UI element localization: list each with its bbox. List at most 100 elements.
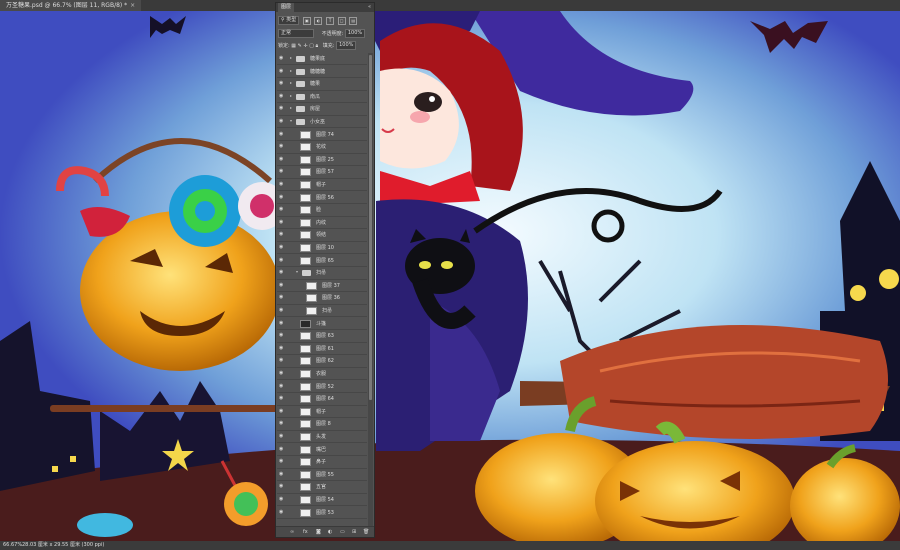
eye-icon[interactable]: ◉ xyxy=(279,459,286,464)
lock-artboard-icon[interactable]: ▢ xyxy=(309,43,314,49)
eye-icon[interactable]: ◉ xyxy=(279,68,286,74)
layer-name[interactable]: 扫帚 xyxy=(322,305,332,317)
layer-name[interactable]: 鼻子 xyxy=(316,456,326,468)
layer-thumbnail[interactable] xyxy=(300,168,311,177)
close-icon[interactable]: × xyxy=(130,2,135,9)
layer-name[interactable]: 内纹 xyxy=(316,217,326,229)
eye-icon[interactable]: ◉ xyxy=(279,131,286,137)
layer-thumbnail[interactable] xyxy=(300,420,311,429)
layer-row[interactable]: ◉ 图层 74 xyxy=(277,129,367,141)
chevron-right-icon[interactable]: ▸ xyxy=(290,93,292,98)
layer-row[interactable]: ◉ 五官 xyxy=(277,481,367,494)
layer-name[interactable]: 领结 xyxy=(316,229,326,241)
filter-type-icon[interactable]: T xyxy=(326,16,335,25)
layer-name[interactable]: 小女巫 xyxy=(310,116,325,128)
layer-row[interactable]: ◉ 内纹 xyxy=(277,217,367,230)
layer-thumbnail[interactable] xyxy=(300,483,311,492)
eye-icon[interactable]: ◉ xyxy=(279,106,286,111)
layer-row[interactable]: ◉ ▸ 糖糖糖 xyxy=(277,66,367,78)
layer-name[interactable]: 图层 61 xyxy=(316,343,334,355)
chevron-right-icon[interactable]: ▸ xyxy=(290,68,292,73)
layer-row[interactable]: ◉ 头发 xyxy=(277,431,367,444)
layer-thumbnail[interactable] xyxy=(300,357,311,366)
eye-icon[interactable]: ◉ xyxy=(279,371,286,376)
tab-layers[interactable]: 图层 xyxy=(278,3,295,12)
eye-icon[interactable]: ◉ xyxy=(279,295,286,300)
layer-name[interactable]: 图层 8 xyxy=(316,418,331,430)
layer-name[interactable]: 扫帚 xyxy=(316,267,326,279)
layer-thumbnail[interactable] xyxy=(300,206,311,215)
layer-row[interactable]: ◉ 衣服 xyxy=(277,368,367,381)
layer-name[interactable]: 图层 57 xyxy=(316,166,334,178)
layer-thumbnail[interactable] xyxy=(300,445,311,454)
layer-thumbnail[interactable] xyxy=(300,231,311,240)
eye-icon[interactable]: ◉ xyxy=(279,434,286,439)
layer-row[interactable]: ◉ 图层 55 xyxy=(277,469,367,482)
layer-thumbnail[interactable] xyxy=(300,508,311,517)
chevron-down-icon[interactable]: ▾ xyxy=(296,269,298,274)
layer-row[interactable]: ◉ ▾ 扫帚 xyxy=(277,267,367,280)
layer-row[interactable]: ◉ 斗篷 xyxy=(277,318,367,330)
eye-icon[interactable]: ◉ xyxy=(279,232,286,237)
layer-thumbnail[interactable] xyxy=(300,470,311,479)
layer-thumbnail[interactable] xyxy=(300,395,311,404)
eye-icon[interactable]: ◉ xyxy=(279,207,286,212)
layer-row[interactable]: ◉ 图层 64 xyxy=(277,393,367,406)
layer-name[interactable]: 房屋 xyxy=(310,103,320,115)
eye-icon[interactable]: ◉ xyxy=(279,383,286,389)
layer-row[interactable]: ◉ 图层 63 xyxy=(277,330,367,343)
chevron-down-icon[interactable]: ▾ xyxy=(290,118,292,123)
layer-name[interactable]: 图层 53 xyxy=(316,507,334,519)
eye-icon[interactable]: ◉ xyxy=(279,81,286,86)
layer-row[interactable]: ◉ 嘴巴 xyxy=(277,444,367,456)
zoom-level[interactable]: 66.67% xyxy=(3,541,22,550)
layer-thumbnail[interactable] xyxy=(306,294,317,303)
lock-paint-icon[interactable]: ✎ xyxy=(298,43,302,49)
new-layer-icon[interactable]: ⊞ xyxy=(352,529,356,535)
layer-name[interactable]: 帽子 xyxy=(316,179,326,191)
layer-row[interactable]: ◉ 帽子 xyxy=(277,179,367,192)
layer-thumbnail[interactable] xyxy=(300,244,311,252)
layer-row[interactable]: ◉ 扫帚 xyxy=(277,305,367,318)
layer-row[interactable]: ◉ ▸ 糖果 xyxy=(277,78,367,91)
lock-move-icon[interactable]: ✛ xyxy=(303,43,307,49)
eye-icon[interactable]: ◉ xyxy=(279,396,286,401)
layer-row[interactable]: ◉ 花纹 xyxy=(277,141,367,154)
layer-row[interactable]: ◉ 图层 65 xyxy=(277,255,367,267)
layer-row[interactable]: ◉ 图层 52 xyxy=(277,381,367,393)
layer-name[interactable]: 图层 54 xyxy=(316,494,334,506)
link-icon[interactable]: ∞ xyxy=(290,529,294,535)
layer-row[interactable]: ◉ 图层 53 xyxy=(277,507,367,519)
filter-pixel-icon[interactable]: ▣ xyxy=(302,16,311,25)
layer-row[interactable]: ◉ 图层 56 xyxy=(277,192,367,204)
layer-thumbnail[interactable] xyxy=(300,130,311,139)
document-tab[interactable]: 万圣糖果.psd @ 66.7% (图层 11, RGB/8) * × xyxy=(0,0,142,11)
eye-icon[interactable]: ◉ xyxy=(279,408,286,414)
layer-row[interactable]: ◉ 图层 62 xyxy=(277,355,367,368)
eye-icon[interactable]: ◉ xyxy=(279,93,286,99)
eye-icon[interactable]: ◉ xyxy=(279,119,286,124)
eye-icon[interactable]: ◉ xyxy=(279,257,286,263)
layer-thumbnail[interactable] xyxy=(300,407,311,416)
filter-adjust-icon[interactable]: ◐ xyxy=(314,16,323,25)
layer-thumbnail[interactable] xyxy=(306,307,317,315)
layers-scrollbar[interactable] xyxy=(368,53,373,528)
layer-thumbnail[interactable] xyxy=(300,218,311,227)
layer-thumbnail[interactable] xyxy=(300,344,311,353)
layer-name[interactable]: 斗篷 xyxy=(316,318,326,330)
layer-name[interactable]: 图层 55 xyxy=(316,469,334,481)
layer-name[interactable]: 糖糖糖 xyxy=(310,66,325,78)
layer-row[interactable]: ◉ 图层 61 xyxy=(277,343,367,356)
fill-input[interactable]: 100% xyxy=(336,41,357,50)
layer-thumbnail[interactable] xyxy=(300,181,311,189)
layer-row[interactable]: ◉ 图层 8 xyxy=(277,418,367,431)
canvas[interactable] xyxy=(0,11,900,541)
layer-thumbnail[interactable] xyxy=(300,458,311,467)
layer-row[interactable]: ◉ 图层 54 xyxy=(277,494,367,507)
eye-icon[interactable]: ◉ xyxy=(279,56,286,61)
layer-name[interactable]: 图层 64 xyxy=(316,393,334,405)
layer-row[interactable]: ◉ 图层 57 xyxy=(277,166,367,179)
layer-thumbnail[interactable] xyxy=(300,332,311,341)
opacity-input[interactable]: 100% xyxy=(344,29,366,38)
eye-icon[interactable]: ◉ xyxy=(279,270,286,275)
